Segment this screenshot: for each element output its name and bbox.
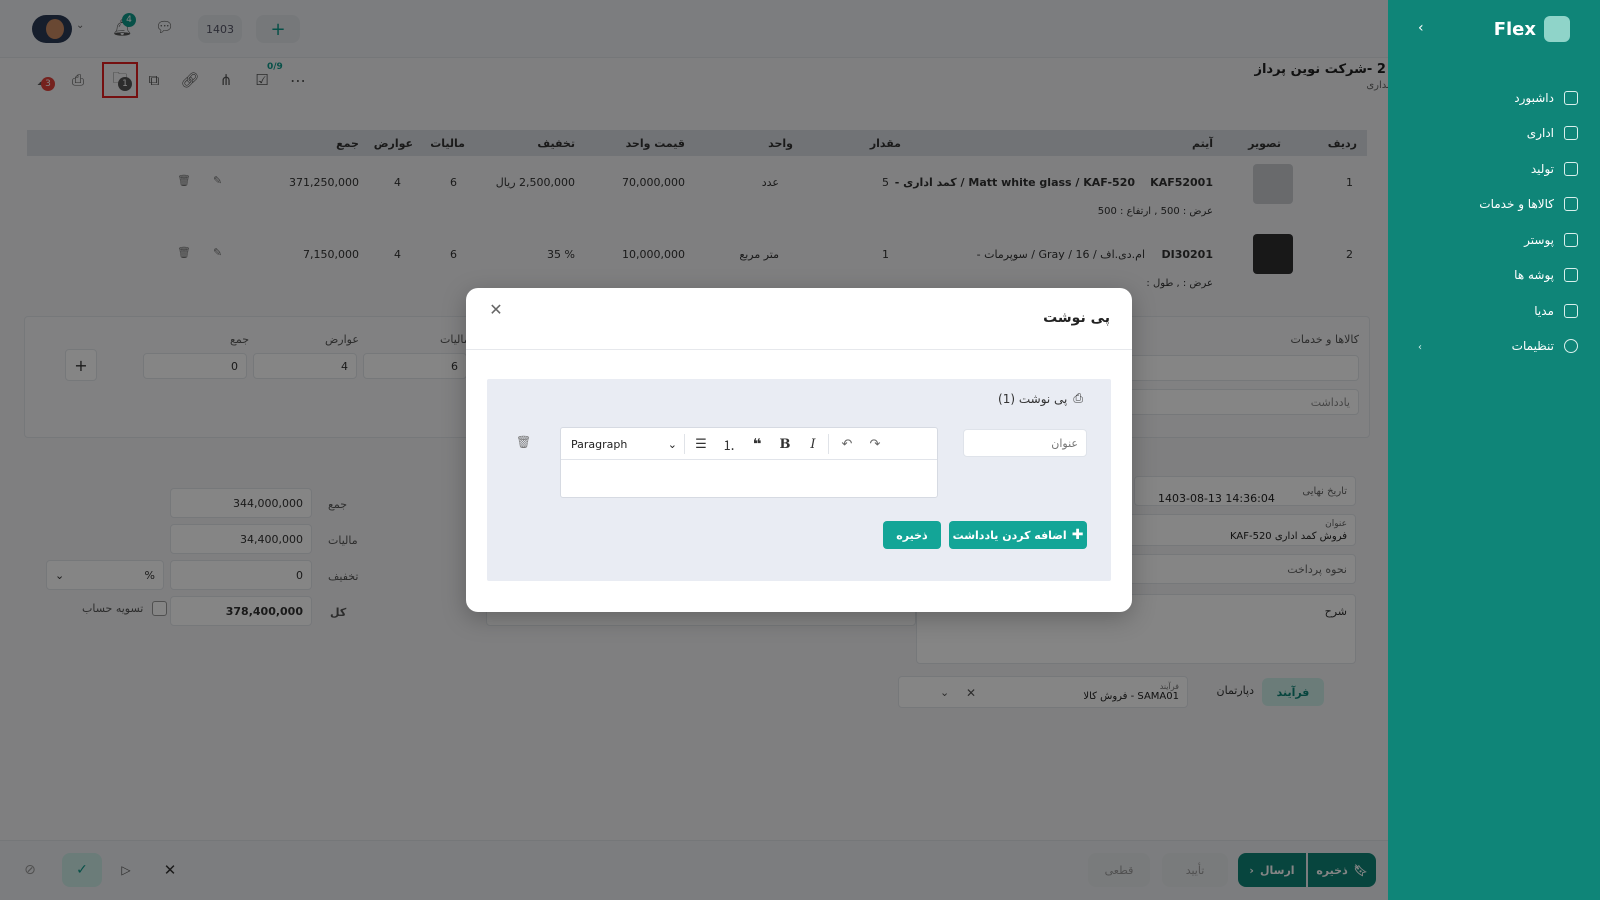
undo-icon[interactable]: ↶ — [837, 434, 857, 454]
app-root: ⌄ 🔔︎ 4 💬︎ 1403 + ☁︎ 3 ⎙ 🗀 1 ⧉ 🔗︎ ⋔ ☑ 0/9… — [0, 0, 1600, 900]
sidebar-item-label: پوشه ها — [1514, 268, 1554, 282]
chevron-down-icon: ⌄ — [667, 437, 677, 451]
redo-icon[interactable]: ↷ — [865, 434, 885, 454]
editor-content[interactable] — [561, 461, 937, 497]
add-note-button[interactable]: ✚ اضافه کردن یادداشت — [949, 521, 1087, 549]
sidebar-item-label: مدیا — [1534, 304, 1554, 318]
sidebar-item-media[interactable]: مدیا — [1534, 304, 1578, 318]
modal-save-button[interactable]: ذخیره — [883, 521, 941, 549]
sidebar-item-dashboard[interactable]: داشبورد — [1514, 91, 1578, 105]
editor-toolbar: Paragraph ⌄ ☰ ⒈ ❝ B I ↶ ↷ — [561, 428, 937, 460]
toolbar-separator — [828, 434, 829, 454]
sidebar-item-label: پوستر — [1524, 233, 1554, 247]
numbered-list-icon[interactable]: ⒈ — [719, 434, 739, 454]
home-icon — [1564, 91, 1578, 105]
note-title-input[interactable] — [963, 429, 1087, 457]
modal-title: پی نوشت — [1043, 310, 1110, 326]
note-heading: ⎙ پی نوشت (1) — [998, 391, 1083, 406]
italic-icon[interactable]: I — [803, 434, 823, 454]
sidebar-item-label: اداری — [1526, 126, 1554, 140]
brand: Flex — [1494, 16, 1570, 42]
sidebar-item-label: تنظیمات — [1511, 339, 1554, 353]
print-icon[interactable]: ⎙ — [1073, 391, 1083, 406]
bulleted-list-icon[interactable]: ☰ — [691, 434, 711, 454]
add-note-label: اضافه کردن یادداشت — [952, 528, 1067, 542]
note-panel: ⎙ پی نوشت (1) Paragraph ⌄ ☰ ⒈ ❝ B I — [487, 379, 1111, 581]
plus-icon: ✚ — [1071, 527, 1084, 543]
brand-name: Flex — [1493, 18, 1536, 40]
note-heading-text: پی نوشت (1) — [998, 391, 1068, 406]
sidebar-item-office[interactable]: اداری — [1527, 126, 1578, 140]
paragraph-label: Paragraph — [571, 437, 628, 451]
blockquote-icon[interactable]: ❝ — [747, 434, 767, 454]
sidebar-item-poster[interactable]: پوستر — [1524, 233, 1578, 247]
close-icon[interactable]: ✕ — [486, 300, 506, 320]
briefcase-icon — [1564, 126, 1578, 140]
sidebar-item-production[interactable]: تولید — [1531, 162, 1578, 176]
sidebar-item-goods[interactable]: کالاها و خدمات — [1479, 197, 1578, 211]
settings-expand-icon[interactable]: ‹ — [1418, 342, 1422, 353]
sidebar-item-settings[interactable]: تنظیمات — [1512, 339, 1578, 353]
bold-icon[interactable]: B — [775, 434, 795, 454]
paragraph-select[interactable]: Paragraph ⌄ — [571, 435, 677, 453]
toolbar-separator — [684, 434, 685, 454]
gear-icon — [1564, 339, 1578, 353]
sidebar: ‹ Flex داشبورد اداری تولید کالاها و خدما… — [1388, 0, 1600, 900]
sidebar-item-label: تولید — [1530, 162, 1554, 176]
production-icon — [1564, 162, 1578, 176]
postscript-modal: پی نوشت ✕ ⎙ پی نوشت (1) Paragraph ⌄ ☰ ⒈ … — [466, 288, 1132, 612]
sidebar-item-label: داشبورد — [1514, 91, 1554, 105]
poster-icon — [1564, 233, 1578, 247]
media-icon — [1564, 304, 1578, 318]
modal-divider — [466, 349, 1132, 350]
folder-icon — [1564, 268, 1578, 282]
box-icon — [1564, 197, 1578, 211]
collapse-sidebar-icon[interactable]: ‹ — [1418, 20, 1424, 36]
sidebar-item-label: کالاها و خدمات — [1479, 197, 1554, 211]
logo-icon — [1544, 16, 1570, 42]
delete-note-icon[interactable]: 🗑︎ — [516, 435, 531, 449]
rich-text-editor: Paragraph ⌄ ☰ ⒈ ❝ B I ↶ ↷ — [560, 427, 938, 498]
sidebar-item-folders[interactable]: پوشه ها — [1514, 268, 1578, 282]
